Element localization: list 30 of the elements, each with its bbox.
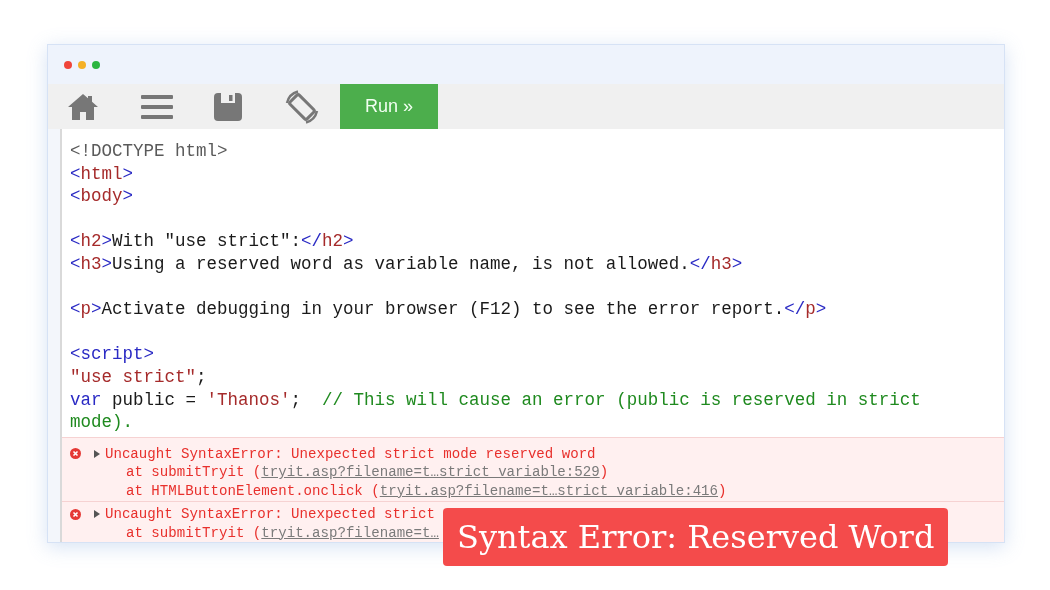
home-icon [67, 92, 99, 121]
code-line: <p>Activate debugging in your browser (F12) to see the error report.</p> [70, 298, 827, 321]
run-button[interactable]: Run » [340, 84, 438, 129]
rotate-device-icon [284, 88, 320, 125]
code-line: <!DOCTYPE html> [70, 140, 228, 163]
code-line: <h3>Using a reserved word as variable name, is not allowed.</h3> [70, 252, 743, 276]
file-link[interactable]: tryit.asp?filename=t… [261, 524, 439, 541]
code-line: <html> [70, 162, 134, 186]
error-message: Uncaught SyntaxError: Unexpected strict [105, 505, 435, 524]
menu-icon [141, 94, 173, 119]
window-control-icon[interactable] [92, 60, 100, 69]
code-line: mode). [70, 411, 133, 434]
stack-frame: at HTMLButtonElement.onclick (tryit.asp?filename=t…strict_variable:416) [105, 481, 727, 501]
caret-icon[interactable] [93, 449, 101, 458]
error-icon [70, 508, 81, 520]
code-line: <script> [70, 343, 154, 366]
error-message: Uncaught SyntaxError: Unexpected strict mode reserved word [105, 444, 596, 464]
stack-frame: at submitTryit (tryit.asp?filename=t… [105, 523, 439, 542]
error-icon [70, 448, 81, 460]
code-line: <body> [70, 185, 134, 208]
file-link[interactable]: tryit.asp?filename=t…strict_variable:416 [379, 482, 719, 499]
code-line: <h2>With "use strict":</h2> [70, 230, 354, 253]
caret-icon[interactable] [93, 510, 101, 519]
code-line: "use strict"; [70, 365, 207, 389]
window-control-icon[interactable] [64, 60, 72, 69]
code-editor[interactable] [62, 129, 1004, 437]
caption-banner: Syntax Error: Reserved Word [443, 508, 949, 566]
code-line: var public = 'Thanos'; // This will cause an error (public is reserved in strict [70, 388, 921, 412]
file-link[interactable]: tryit.asp?filename=t…strict_variable:529 [261, 464, 600, 481]
stack-frame: at submitTryit (tryit.asp?filename=t…strict_variable:529) [105, 463, 609, 482]
